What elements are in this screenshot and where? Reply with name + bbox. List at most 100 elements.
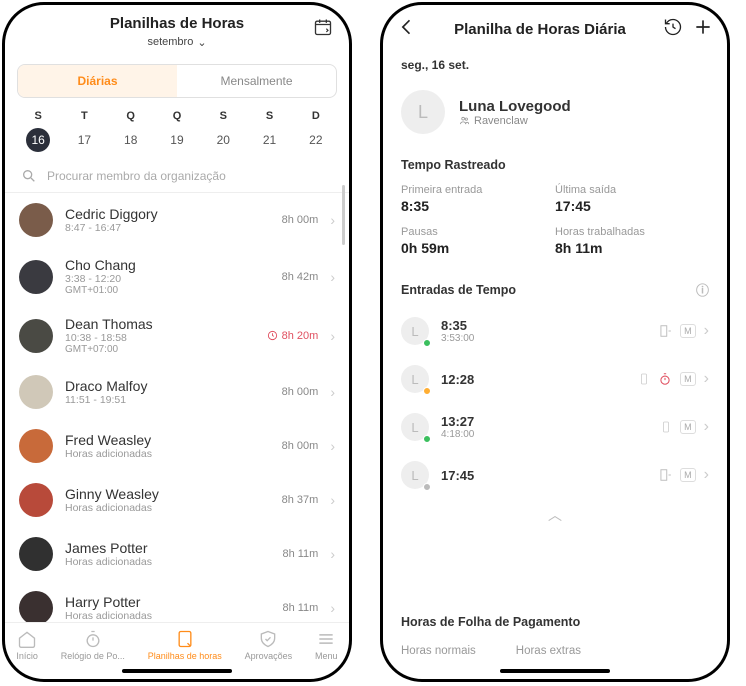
entry-icons: M› bbox=[658, 322, 709, 340]
day-number: 17 bbox=[72, 128, 96, 152]
chevron-down-icon: ⌄ bbox=[197, 36, 206, 49]
menu-icon bbox=[316, 629, 336, 649]
time-entry[interactable]: L 12:28 M› bbox=[383, 355, 727, 403]
member-name: Cedric Diggory bbox=[65, 206, 270, 222]
nav-menu[interactable]: Menu bbox=[315, 629, 338, 661]
time-entry[interactable]: L 17:45 M› bbox=[383, 451, 727, 499]
home-indicator bbox=[122, 669, 232, 673]
member-name: Ginny Weasley bbox=[65, 486, 270, 502]
chevron-right-icon: › bbox=[704, 418, 709, 436]
nav-clock[interactable]: Relógio de Po... bbox=[61, 629, 125, 661]
chevron-right-icon: › bbox=[704, 370, 709, 388]
calendar-icon[interactable] bbox=[313, 17, 333, 42]
entry-icons: M› bbox=[658, 466, 709, 484]
day-column[interactable]: S16 bbox=[15, 110, 61, 152]
member-row[interactable]: Cedric Diggory 8:47 - 16:47 8h 00m › bbox=[5, 193, 349, 247]
header: Planilhas de Horas setembro ⌄ bbox=[5, 5, 349, 54]
breaks-value: 0h 59m bbox=[401, 240, 555, 256]
day-number: 22 bbox=[304, 128, 328, 152]
team-icon bbox=[459, 115, 470, 126]
member-row[interactable]: Cho Chang 3:38 - 12:20 GMT+01:00 8h 42m … bbox=[5, 247, 349, 306]
member-sub: Horas adicionadas bbox=[65, 448, 270, 460]
member-tz: GMT+01:00 bbox=[65, 285, 270, 296]
stopwatch-icon bbox=[658, 372, 672, 386]
day-column[interactable]: S21 bbox=[246, 110, 292, 152]
chevron-right-icon: › bbox=[330, 492, 335, 508]
m-chip: M bbox=[680, 372, 696, 386]
entry-avatar: L bbox=[401, 365, 429, 393]
time-entry[interactable]: L 13:274:18:00 M› bbox=[383, 403, 727, 451]
day-label: Q bbox=[154, 110, 200, 122]
member-sub: 3:38 - 12:20 bbox=[65, 273, 270, 285]
member-row[interactable]: Harry Potter Horas adicionadas 8h 11m › bbox=[5, 581, 349, 622]
collapse-toggle[interactable]: ︿ bbox=[383, 499, 727, 535]
member-row[interactable]: Draco Malfoy 11:51 - 19:51 8h 00m › bbox=[5, 365, 349, 419]
home-indicator bbox=[500, 669, 610, 673]
nav-timesheets[interactable]: Planilhas de horas bbox=[148, 629, 222, 661]
segmented-control: Diárias Mensalmente bbox=[17, 64, 337, 98]
history-button[interactable] bbox=[663, 17, 683, 42]
add-button[interactable] bbox=[693, 17, 713, 42]
search-row[interactable]: Procurar membro da organização bbox=[5, 160, 349, 193]
member-list[interactable]: Cedric Diggory 8:47 - 16:47 8h 00m › Cho… bbox=[5, 193, 349, 622]
last-out-label: Última saída bbox=[555, 184, 709, 196]
profile-card[interactable]: L Luna Lovegood Ravenclaw bbox=[383, 80, 727, 148]
day-label: S bbox=[15, 110, 61, 122]
phone-icon bbox=[660, 420, 672, 434]
chevron-right-icon: › bbox=[330, 438, 335, 454]
nav-approvals[interactable]: Aprovações bbox=[245, 629, 293, 661]
member-row[interactable]: James Potter Horas adicionadas 8h 11m › bbox=[5, 527, 349, 581]
avatar bbox=[19, 260, 53, 294]
day-column[interactable]: Q 19 bbox=[154, 110, 200, 152]
info-icon[interactable]: ⓘ bbox=[696, 280, 709, 299]
member-tz: GMT+07:00 bbox=[65, 344, 255, 355]
member-row[interactable]: Dean Thomas 10:38 - 18:58 GMT+07:00 8h 2… bbox=[5, 306, 349, 365]
day-number: 21 bbox=[258, 128, 282, 152]
chevron-right-icon: › bbox=[330, 600, 335, 616]
day-column[interactable]: S20 bbox=[200, 110, 246, 152]
member-hours: 8h 37m bbox=[282, 494, 319, 506]
history-icon bbox=[663, 17, 683, 37]
member-name: Cho Chang bbox=[65, 257, 270, 273]
first-in-label: Primeira entrada bbox=[401, 184, 555, 196]
worked-label: Horas trabalhadas bbox=[555, 226, 709, 238]
avatar bbox=[19, 375, 53, 409]
member-row[interactable]: Fred Weasley Horas adicionadas 8h 00m › bbox=[5, 419, 349, 473]
tab-daily[interactable]: Diárias bbox=[18, 65, 177, 97]
extra-hours-label: Horas extras bbox=[516, 645, 581, 657]
month-selector[interactable]: setembro ⌄ bbox=[147, 36, 206, 49]
day-column[interactable]: Q18 bbox=[108, 110, 154, 152]
back-button[interactable] bbox=[397, 17, 417, 42]
day-label: Q bbox=[108, 110, 154, 122]
day-label: D bbox=[293, 110, 339, 122]
member-sub: Horas adicionadas bbox=[65, 610, 270, 622]
chevron-right-icon: › bbox=[330, 328, 335, 344]
entries-list: L 8:353:53:00 M›L 12:28 M›L 13:274:18:00… bbox=[383, 307, 727, 499]
home-icon bbox=[17, 629, 37, 649]
member-hours: 8h 42m bbox=[282, 271, 319, 283]
entry-icons: M› bbox=[660, 418, 709, 436]
scrollbar[interactable] bbox=[342, 185, 345, 245]
phone-daily-timesheet: Planilha de Horas Diária seg., 16 set. L… bbox=[380, 2, 730, 682]
chevron-right-icon: › bbox=[330, 212, 335, 228]
tab-monthly[interactable]: Mensalmente bbox=[177, 65, 336, 97]
avatar bbox=[19, 319, 53, 353]
day-number: 19 bbox=[165, 128, 189, 152]
member-hours: 8h 00m bbox=[282, 440, 319, 452]
entry-avatar: L bbox=[401, 461, 429, 489]
user-team: Ravenclaw bbox=[459, 115, 571, 127]
payroll-heading: Horas de Folha de Pagamento bbox=[383, 605, 727, 637]
time-entry[interactable]: L 8:353:53:00 M› bbox=[383, 307, 727, 355]
day-column[interactable]: T17 bbox=[61, 110, 107, 152]
nav-home[interactable]: Início bbox=[16, 629, 38, 661]
avatar bbox=[19, 483, 53, 517]
member-sub: 8:47 - 16:47 bbox=[65, 222, 270, 234]
entry-duration: 3:53:00 bbox=[441, 333, 474, 344]
plus-icon bbox=[693, 17, 713, 37]
member-name: Fred Weasley bbox=[65, 432, 270, 448]
shield-check-icon bbox=[258, 629, 278, 649]
day-column[interactable]: D 22 bbox=[293, 110, 339, 152]
member-row[interactable]: Ginny Weasley Horas adicionadas 8h 37m › bbox=[5, 473, 349, 527]
avatar bbox=[19, 429, 53, 463]
user-name: Luna Lovegood bbox=[459, 98, 571, 115]
